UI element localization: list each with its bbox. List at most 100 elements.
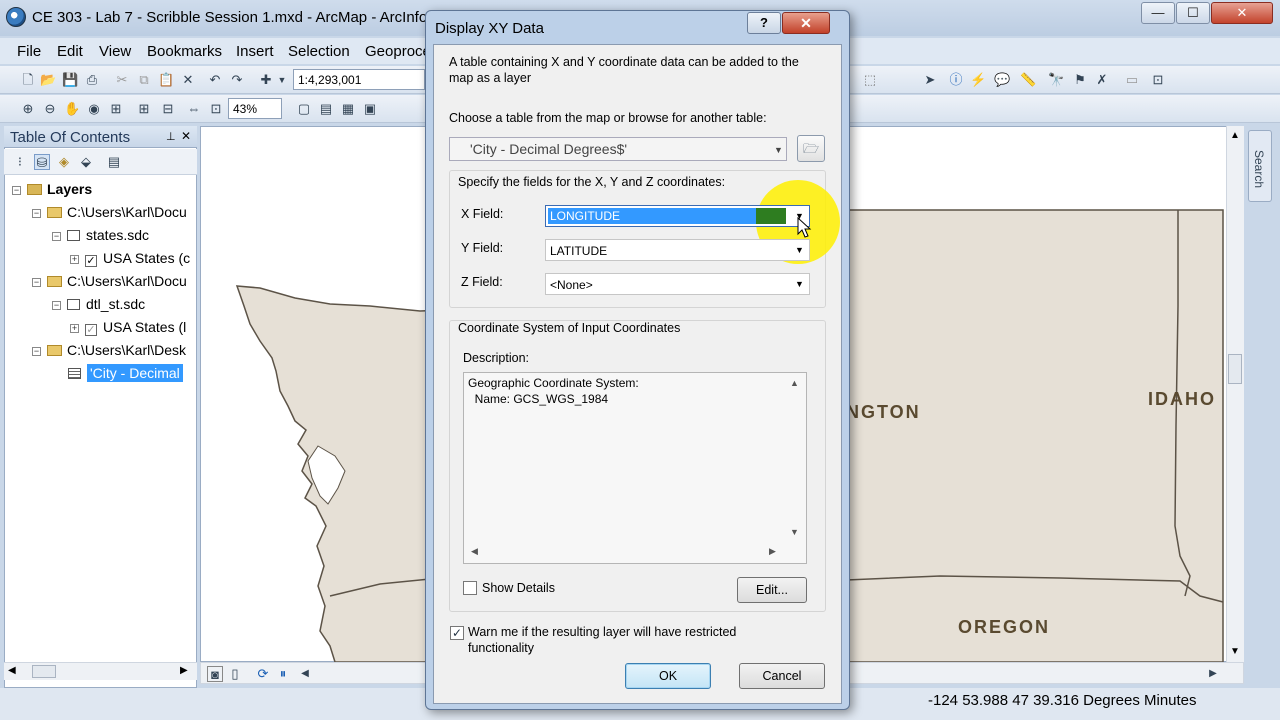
save-icon[interactable]: 💾 bbox=[62, 72, 78, 88]
change-layout-icon[interactable]: ▦ bbox=[340, 101, 356, 117]
pan-icon[interactable]: ✋ bbox=[64, 101, 80, 117]
select-features-icon[interactable]: ⬚ bbox=[862, 72, 878, 88]
options-icon[interactable]: ▤ bbox=[106, 154, 122, 170]
copy-icon[interactable]: ⧉ bbox=[136, 72, 152, 88]
menu-selection[interactable]: Selection bbox=[288, 43, 350, 60]
delete-icon[interactable]: ✕ bbox=[180, 72, 196, 88]
page-zoom-out-icon[interactable]: ⊟ bbox=[160, 101, 176, 117]
collapse-icon[interactable]: − bbox=[52, 232, 61, 241]
scroll-left-icon[interactable]: ◀ bbox=[471, 546, 478, 557]
list-by-visibility-icon[interactable]: ◈ bbox=[56, 154, 72, 170]
data-view-icon[interactable]: ◙ bbox=[207, 666, 223, 682]
refresh-icon[interactable]: ⟳ bbox=[255, 666, 271, 682]
dialog-close-button[interactable]: ✕ bbox=[782, 12, 830, 34]
measure-icon[interactable]: 📏 bbox=[1020, 72, 1036, 88]
identify-icon[interactable]: ⓘ bbox=[948, 72, 964, 88]
chevron-down-icon[interactable]: ▼ bbox=[774, 145, 783, 155]
scroll-down-icon[interactable]: ▼ bbox=[790, 527, 799, 537]
z-field-select[interactable]: <None> bbox=[545, 273, 810, 295]
map-scale-input[interactable]: 1:4,293,001 bbox=[293, 69, 425, 90]
cancel-button[interactable]: Cancel bbox=[739, 663, 825, 689]
chevron-down-icon[interactable]: ▼ bbox=[274, 72, 290, 88]
toc-item-city-table[interactable]: 'City - Decimal bbox=[68, 363, 183, 383]
toc-item-layers[interactable]: − Layers bbox=[12, 179, 92, 199]
undo-icon[interactable]: ↶ bbox=[207, 72, 223, 88]
toc-item-dtl-st-sdc[interactable]: − dtl_st.sdc bbox=[52, 294, 145, 314]
page-pan-icon[interactable]: ⇔ bbox=[186, 101, 202, 117]
show-details-checkbox[interactable] bbox=[463, 581, 477, 595]
zoom-out-icon[interactable]: ⊖ bbox=[42, 101, 58, 117]
menu-edit[interactable]: Edit bbox=[57, 43, 83, 60]
toc-item-folder-1[interactable]: − C:\Users\Karl\Docu bbox=[32, 202, 187, 222]
pause-drawing-icon[interactable]: ⏸ bbox=[275, 666, 291, 682]
toc-item-usa-states-2[interactable]: + ✓ USA States (l bbox=[70, 317, 186, 337]
list-by-source-icon[interactable]: ⛁ bbox=[34, 154, 50, 170]
maximize-button[interactable]: ☐ bbox=[1176, 2, 1210, 24]
toggle-draft-icon[interactable]: ▢ bbox=[296, 101, 312, 117]
collapse-icon[interactable]: − bbox=[12, 186, 21, 195]
find-icon[interactable]: 🔭 bbox=[1048, 72, 1064, 88]
focus-frame-icon[interactable]: ▤ bbox=[318, 101, 334, 117]
scroll-thumb[interactable] bbox=[1228, 354, 1242, 384]
toc-item-folder-2[interactable]: − C:\Users\Karl\Docu bbox=[32, 271, 187, 291]
menu-geoprocessing[interactable]: Geoproce bbox=[365, 43, 431, 60]
menu-file[interactable]: File bbox=[17, 43, 41, 60]
ok-button[interactable]: OK bbox=[625, 663, 711, 689]
scroll-right-icon[interactable]: ▶ bbox=[180, 665, 188, 676]
cut-icon[interactable]: ✂ bbox=[114, 72, 130, 88]
y-field-select[interactable]: LATITUDE bbox=[545, 239, 810, 261]
html-popup-icon[interactable]: 💬 bbox=[994, 72, 1010, 88]
table-select[interactable]: 'City - Decimal Degrees$' bbox=[449, 137, 787, 161]
scroll-right-icon[interactable]: ▶ bbox=[1205, 666, 1221, 682]
create-viewer-icon[interactable]: ⊡ bbox=[1150, 72, 1166, 88]
go-to-xy-icon[interactable]: ✗ bbox=[1094, 72, 1110, 88]
edit-button[interactable]: Edit... bbox=[737, 577, 807, 603]
map-vertical-scrollbar[interactable]: ▲ ▼ bbox=[1226, 126, 1244, 662]
redo-icon[interactable]: ↷ bbox=[229, 72, 245, 88]
time-slider-icon[interactable]: ▭ bbox=[1124, 72, 1140, 88]
scroll-right-icon[interactable]: ▶ bbox=[769, 546, 776, 557]
toc-item-folder-3[interactable]: − C:\Users\Karl\Desk bbox=[32, 340, 186, 360]
chevron-down-icon[interactable]: ▼ bbox=[795, 279, 804, 289]
scroll-left-icon[interactable]: ◀ bbox=[297, 666, 313, 682]
select-elements-icon[interactable]: ➤ bbox=[922, 72, 938, 88]
data-driven-pages-icon[interactable]: ▣ bbox=[362, 101, 378, 117]
paste-icon[interactable]: 📋 bbox=[158, 72, 174, 88]
browse-folder-button[interactable]: 🗁 bbox=[797, 135, 825, 162]
find-route-icon[interactable]: ⚑ bbox=[1072, 72, 1088, 88]
warn-restricted-checkbox[interactable]: ✓ bbox=[450, 626, 464, 640]
scroll-up-icon[interactable]: ▲ bbox=[790, 378, 799, 388]
scroll-thumb[interactable] bbox=[32, 665, 56, 678]
expand-icon[interactable]: + bbox=[70, 324, 79, 333]
toc-horizontal-scrollbar[interactable]: ◀ ▶ bbox=[4, 662, 197, 680]
layout-view-icon[interactable]: ▯ bbox=[227, 666, 243, 682]
help-button[interactable]: ? bbox=[747, 12, 781, 34]
toc-item-usa-states-1[interactable]: + ✓ USA States (c bbox=[70, 248, 190, 268]
toc-close-icon[interactable]: ✕ bbox=[181, 129, 191, 143]
add-data-icon[interactable]: ✚ bbox=[258, 72, 274, 88]
scroll-down-icon[interactable]: ▼ bbox=[1230, 646, 1240, 657]
minimize-button[interactable]: — bbox=[1141, 2, 1175, 24]
open-icon[interactable]: 📂 bbox=[40, 72, 56, 88]
layer-visibility-checkbox[interactable]: ✓ bbox=[85, 255, 97, 267]
list-by-selection-icon[interactable]: ⬙ bbox=[78, 154, 94, 170]
chevron-down-icon[interactable]: ▼ bbox=[795, 245, 804, 255]
pin-icon[interactable]: ⊥ bbox=[166, 130, 176, 143]
collapse-icon[interactable]: − bbox=[32, 347, 41, 356]
zoom-whole-page-icon[interactable]: ⊡ bbox=[208, 101, 224, 117]
menu-insert[interactable]: Insert bbox=[236, 43, 274, 60]
list-by-drawing-order-icon[interactable]: ⁝ bbox=[12, 154, 28, 170]
menu-view[interactable]: View bbox=[99, 43, 131, 60]
close-window-button[interactable]: ✕ bbox=[1211, 2, 1273, 24]
print-icon[interactable]: ⎙ bbox=[84, 72, 100, 88]
layer-visibility-checkbox[interactable]: ✓ bbox=[85, 324, 97, 336]
layout-zoom-input[interactable]: 43% bbox=[228, 98, 282, 119]
collapse-icon[interactable]: − bbox=[52, 301, 61, 310]
new-document-icon[interactable]: 🗋 bbox=[20, 72, 36, 88]
collapse-icon[interactable]: − bbox=[32, 209, 41, 218]
scroll-up-icon[interactable]: ▲ bbox=[1230, 130, 1240, 141]
expand-icon[interactable]: + bbox=[70, 255, 79, 264]
toc-item-states-sdc[interactable]: − states.sdc bbox=[52, 225, 149, 245]
full-extent-icon[interactable]: ◉ bbox=[86, 101, 102, 117]
menu-bookmarks[interactable]: Bookmarks bbox=[147, 43, 222, 60]
